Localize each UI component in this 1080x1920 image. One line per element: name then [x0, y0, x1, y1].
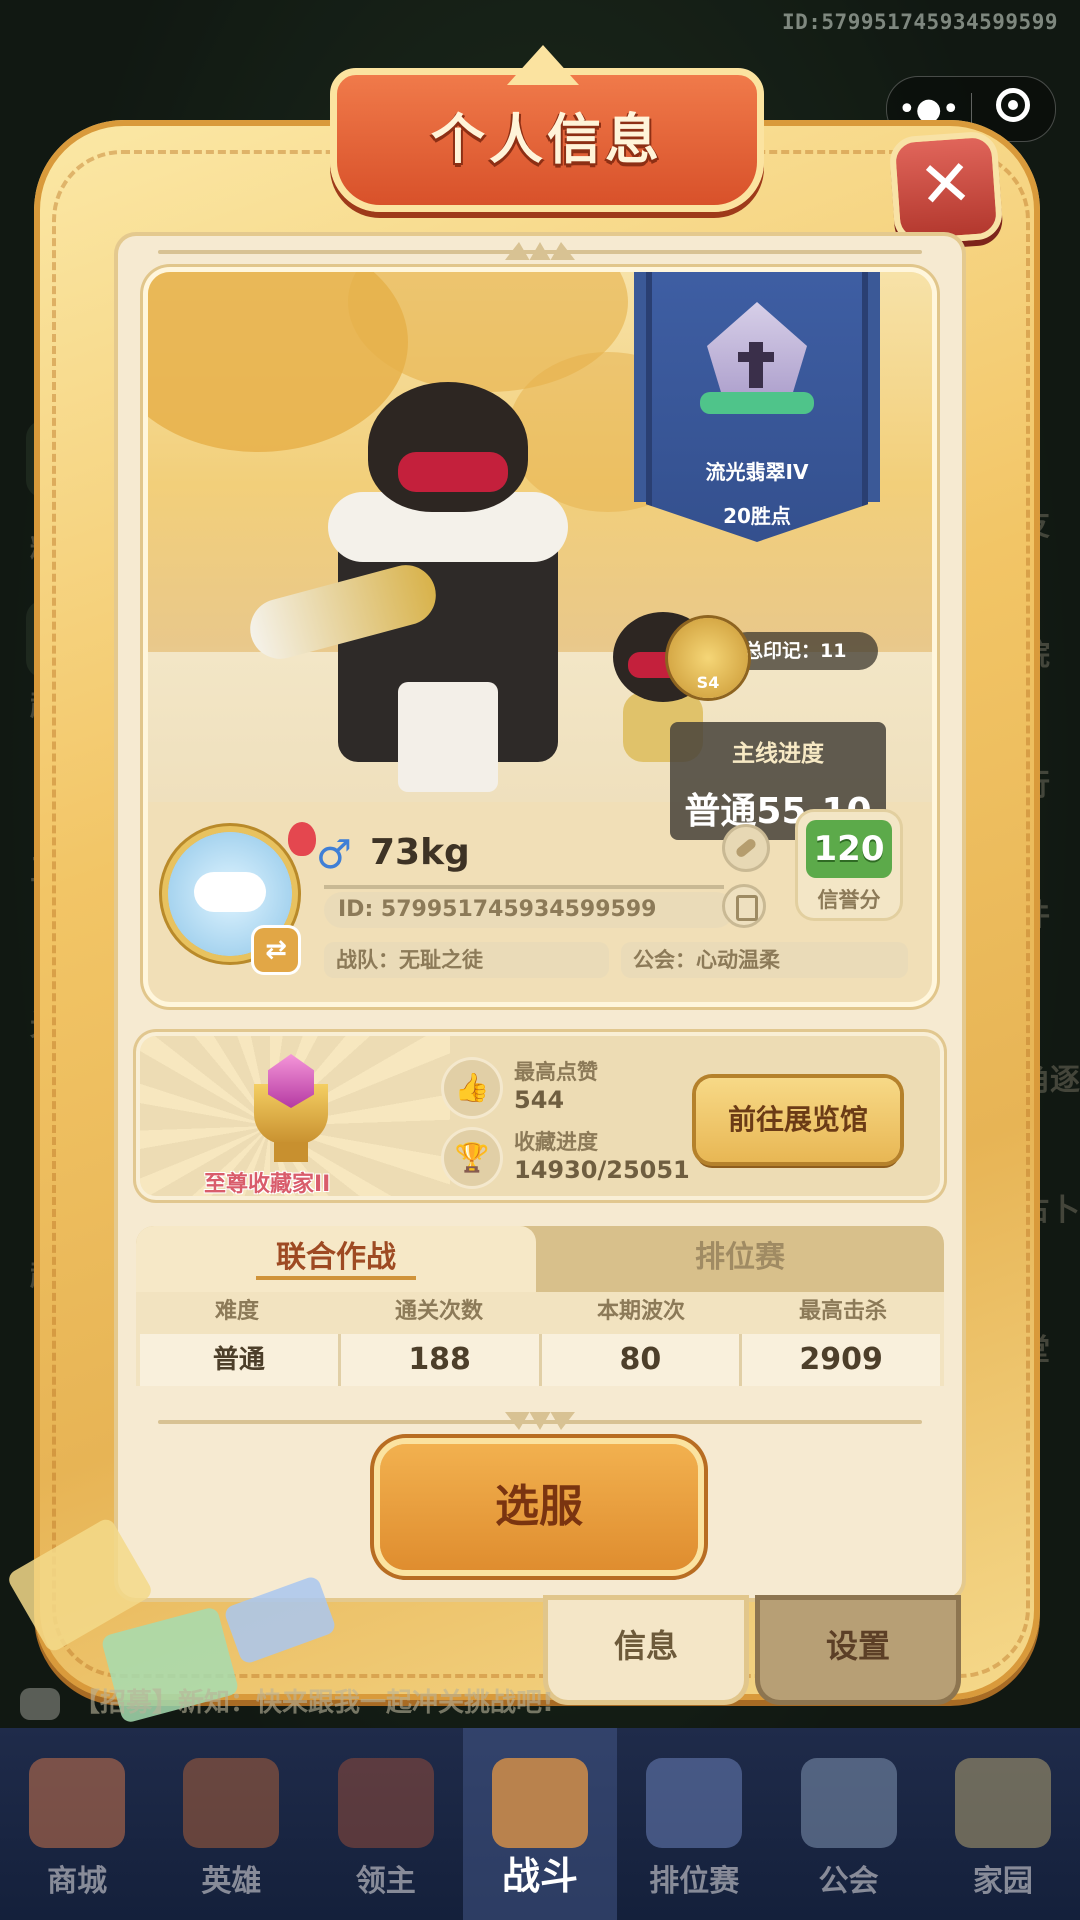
crown-ornament	[507, 45, 579, 85]
table-row: 普通 188 80 2909	[140, 1334, 940, 1386]
nav-label: 商城	[47, 1864, 108, 1899]
swap-avatar-icon[interactable]: ⇄	[254, 928, 298, 972]
home-house-icon	[954, 1758, 1051, 1848]
close-button[interactable]: ✕	[888, 130, 1004, 246]
rank-banner[interactable]: 流光翡翠IV 20胜点	[646, 272, 868, 542]
hero-character[interactable]	[243, 382, 598, 802]
cell-clears: 188	[341, 1334, 542, 1386]
lord-banner-icon	[337, 1758, 434, 1848]
guild-name: 公会：心动温柔	[621, 942, 908, 978]
cell-waves: 80	[542, 1334, 743, 1386]
mode-tabs: 联合作战 排位赛 难度 通关次数 本期波次 最高击杀 普通 188 80 290…	[136, 1226, 944, 1386]
header-difficulty: 难度	[214, 1299, 259, 1324]
select-server-button[interactable]: 选服	[380, 1444, 698, 1570]
active-tab-indicator	[256, 1276, 416, 1280]
shop-icon	[29, 1758, 126, 1848]
nav-label: 公会	[818, 1864, 879, 1899]
cell-max-kills: 2909	[799, 1342, 883, 1377]
collection-progress-label: 收藏进度	[514, 1130, 598, 1154]
header-clears: 通关次数	[394, 1299, 483, 1324]
hero-card-icon	[183, 1758, 280, 1848]
cell-difficulty: 普通	[140, 1334, 341, 1386]
ranked-shield-icon	[646, 1758, 743, 1848]
nav-label: 战斗	[501, 1854, 578, 1898]
tab-settings[interactable]: 设置	[760, 1600, 956, 1700]
thumbs-up-icon: 👍	[444, 1060, 500, 1116]
nav-label: 英雄	[201, 1864, 262, 1899]
stats-table: 难度 通关次数 本期波次 最高击杀 普通 188 80 2909	[136, 1292, 944, 1386]
target-icon[interactable]	[972, 88, 1056, 130]
credit-score-label: 信誉分	[817, 888, 881, 912]
tab-ranked[interactable]: 排位赛	[536, 1226, 944, 1292]
main-progress-label: 主线进度	[732, 741, 824, 767]
dialog-title: 个人信息	[431, 108, 663, 171]
nav-heroes[interactable]: 英雄	[154, 1728, 308, 1920]
likes-label: 最高点赞	[514, 1060, 598, 1084]
credit-score-box[interactable]: 120 信誉分	[798, 812, 900, 918]
nav-battle[interactable]: 战斗	[462, 1728, 618, 1920]
table-header: 难度 通关次数 本期波次 最高击杀	[136, 1292, 944, 1332]
copy-id-icon[interactable]	[722, 884, 766, 928]
player-id: ID: 579951745934599599	[324, 892, 734, 928]
header-waves: 本期波次	[596, 1299, 685, 1324]
bottom-nav: 商城 英雄 领主 战斗 排位赛 公会 家园	[0, 1728, 1080, 1920]
gender-male-icon: ♂	[316, 832, 352, 878]
profile-panel: 流光翡翠IV 20胜点 总印记：11 S4 主线进度 普通55-10 ⇄ ♂ 7…	[118, 236, 962, 1598]
likes-value: 544	[514, 1086, 565, 1114]
nav-label: 领主	[355, 1864, 416, 1899]
nav-label: 家园	[972, 1864, 1033, 1899]
nav-guild[interactable]: 公会	[771, 1728, 925, 1920]
nav-label: 排位赛	[649, 1864, 740, 1899]
chat-text: 【招募】新知：快来跟我一起冲关挑战吧!	[74, 1688, 554, 1718]
nav-home[interactable]: 家园	[926, 1728, 1080, 1920]
go-to-gallery-button[interactable]: 前往展览馆	[696, 1078, 900, 1162]
tab-co-op-label: 联合作战	[276, 1240, 396, 1275]
chat-bubble-icon	[20, 1687, 60, 1720]
balloon-icon	[288, 822, 316, 856]
close-icon: ✕	[916, 146, 976, 224]
chat-ticker[interactable]: 【招募】新知：快来跟我一起冲关挑战吧!	[20, 1682, 640, 1722]
bottom-divider	[158, 1412, 922, 1430]
battle-swords-icon	[491, 1758, 588, 1848]
collection-card: 至尊收藏家II 👍 最高点赞 544 🏆 收藏进度 14930/25051 前往…	[140, 1036, 940, 1196]
team-name: 战队：无耻之徒	[324, 942, 609, 978]
hero-card: 流光翡翠IV 20胜点 总印记：11 S4 主线进度 普通55-10 ⇄ ♂ 7…	[148, 272, 932, 1002]
trophy-cup-icon: 🏆	[444, 1130, 500, 1186]
collector-trophy-icon[interactable]	[250, 1054, 330, 1164]
seal-count: 总印记：11	[728, 632, 878, 670]
uid-watermark: ID:579951745934599599	[781, 10, 1058, 34]
collection-progress-value: 14930/25051	[514, 1156, 690, 1184]
tab-co-op[interactable]: 联合作战	[136, 1226, 536, 1292]
nickname-underline	[324, 885, 724, 889]
header-max-kills: 最高击杀	[798, 1299, 887, 1324]
edit-name-icon[interactable]	[722, 824, 770, 872]
top-divider	[158, 242, 922, 260]
dialog-title-banner: 个人信息	[330, 45, 764, 212]
collector-title: 至尊收藏家II	[204, 1172, 331, 1196]
season-label: S4	[696, 673, 720, 692]
seal-badge-icon[interactable]: S4	[668, 618, 748, 698]
nav-shop[interactable]: 商城	[0, 1728, 154, 1920]
player-nickname: 73kg	[370, 832, 470, 873]
guild-castle-icon	[800, 1758, 897, 1848]
credit-score-value: 120	[806, 820, 892, 878]
nav-ranked[interactable]: 排位赛	[617, 1728, 771, 1920]
nav-lord[interactable]: 领主	[309, 1728, 463, 1920]
rank-name: 流光翡翠IV	[705, 460, 809, 484]
